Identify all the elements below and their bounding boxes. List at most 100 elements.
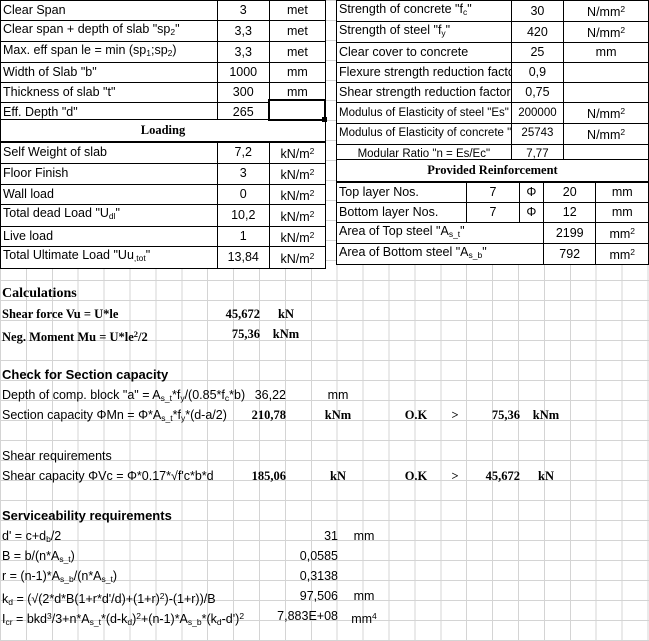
area-unit-1[interactable]: mm2: [595, 243, 649, 266]
material-unit-0[interactable]: N/mm2: [563, 0, 649, 23]
phi-icon-0: Φ: [518, 182, 544, 203]
table-row[interactable]: Wall load 0 kN/m2: [0, 183, 327, 206]
material-value-4[interactable]: 0,75: [510, 82, 565, 104]
material-value-3[interactable]: 0,9: [510, 62, 565, 84]
table-row[interactable]: Clear Span 3 met: [0, 0, 327, 21]
loading-label-3: Total dead Load "Udl": [0, 204, 218, 227]
table-row[interactable]: Max. eff span le = min (sp1;sp2) 3,3 met: [0, 41, 327, 64]
reinforcement-table[interactable]: Top layer Nos. 7 Φ 20 mm Bottom layer Nos. 7 Φ 1…: [335, 182, 649, 266]
geometry-label-1: Clear span + depth of slab "sp2": [0, 19, 218, 43]
loading-value-1[interactable]: 3: [216, 162, 270, 185]
table-row[interactable]: Area of Top steel "As_t" 2199 mm2: [336, 221, 649, 245]
serv-label-2: r = (n-1)*As_b/(n*As_t): [2, 569, 118, 585]
rebar-count-0[interactable]: 7: [466, 182, 520, 203]
material-value-0[interactable]: 30: [510, 0, 565, 23]
calculations-title: Calculations: [2, 286, 77, 301]
area-unit-0[interactable]: mm2: [595, 221, 649, 245]
loading-label-0: Self Weight of slab: [0, 142, 218, 164]
geometry-unit-1[interactable]: met: [268, 19, 327, 43]
phi-icon-1: Φ: [518, 202, 544, 223]
material-unit-4[interactable]: [563, 82, 649, 104]
table-row[interactable]: Width of Slab "b" 1000 mm: [0, 62, 327, 84]
serv-value-4: 7,883E+08: [277, 609, 338, 623]
material-value-6[interactable]: 25743: [510, 123, 565, 145]
table-row[interactable]: Live load 1 kN/m2: [0, 225, 327, 248]
shear-capacity-unit: kN: [330, 469, 346, 483]
table-row[interactable]: Floor Finish 3 kN/m2: [0, 162, 327, 185]
geometry-unit-2[interactable]: met: [268, 41, 327, 64]
rebar-unit-0[interactable]: mm: [595, 182, 649, 203]
depth-comp-block-unit: mm: [327, 388, 349, 402]
table-row[interactable]: Shear strength reduction factor 0,75: [336, 82, 649, 104]
material-unit-6[interactable]: N/mm2: [563, 123, 649, 145]
table-row[interactable]: Clear span + depth of slab "sp2" 3,3 met: [0, 19, 327, 43]
material-value-5[interactable]: 200000: [510, 102, 565, 125]
table-row[interactable]: Clear cover to concrete 25 mm: [336, 42, 649, 64]
rebar-diameter-0[interactable]: 20: [542, 182, 597, 203]
material-unit-5[interactable]: N/mm2: [563, 102, 649, 125]
fill-handle[interactable]: [322, 117, 327, 122]
geometry-value-2[interactable]: 3,3: [216, 41, 270, 64]
material-value-2[interactable]: 25: [510, 42, 565, 64]
geometry-value-3[interactable]: 1000: [216, 62, 270, 84]
shear-capacity-label: Shear capacity ΦVc = Φ*0.17*√f'c*b*d: [2, 469, 214, 483]
table-row[interactable]: Flexure strength reduction factor 0,9: [336, 62, 649, 84]
geometry-value-4[interactable]: 300: [216, 82, 270, 104]
loading-value-2[interactable]: 0: [216, 183, 270, 206]
loading-value-5[interactable]: 13,84: [216, 246, 270, 269]
loading-unit-1[interactable]: kN/m2: [268, 162, 327, 185]
table-row[interactable]: Top layer Nos. 7 Φ 20 mm: [335, 182, 649, 203]
loading-unit-2[interactable]: kN/m2: [268, 183, 327, 206]
area-value-1[interactable]: 792: [542, 243, 597, 266]
table-row[interactable]: Bottom layer Nos. 7 Φ 12 mm: [335, 202, 649, 223]
area-value-0[interactable]: 2199: [542, 221, 597, 245]
geometry-unit-0[interactable]: met: [268, 0, 327, 21]
rebar-diameter-1[interactable]: 12: [542, 202, 597, 223]
table-row[interactable]: Strength of concrete "fc" 30 N/mm2: [336, 0, 649, 23]
table-row[interactable]: Self Weight of slab 7,2 kN/m2: [0, 142, 327, 164]
active-cell-selection[interactable]: [268, 99, 327, 122]
section-capacity-check: O.K: [404, 408, 428, 422]
serv-value-0: 31: [324, 529, 338, 543]
shear-capacity-check: O.K: [404, 469, 428, 483]
loading-unit-3[interactable]: kN/m2: [268, 204, 327, 227]
serv-value-3: 97,506: [299, 589, 338, 603]
shear-capacity-value: 185,06: [251, 469, 286, 483]
reinforcement-title: Provided Reinforcement: [336, 159, 649, 182]
shear-capacity-compare-unit: kN: [538, 469, 554, 483]
geometry-value-1[interactable]: 3,3: [216, 19, 270, 43]
rebar-count-1[interactable]: 7: [466, 202, 520, 223]
serv-unit-4: mm4: [351, 611, 377, 626]
material-unit-1[interactable]: N/mm2: [563, 21, 649, 44]
table-row[interactable]: Modulus of Elasticity of concrete "Ec" 25…: [336, 123, 649, 145]
serviceability-title: Serviceability requirements: [2, 508, 172, 523]
loading-value-4[interactable]: 1: [216, 225, 270, 248]
table-row[interactable]: Strength of steel "fy" 420 N/mm2: [336, 21, 649, 44]
calc-unit-0: kN: [278, 307, 294, 321]
serv-label-1: B = b/(n*As_t): [2, 549, 75, 565]
loading-value-0[interactable]: 7,2: [216, 142, 270, 164]
geometry-unit-3[interactable]: mm: [268, 62, 327, 84]
geometry-value-0[interactable]: 3: [216, 0, 270, 21]
rebar-unit-1[interactable]: mm: [595, 202, 649, 223]
loading-unit-5[interactable]: kN/m2: [268, 246, 327, 269]
material-value-1[interactable]: 420: [510, 21, 565, 44]
material-unit-3[interactable]: [563, 62, 649, 84]
calc-label-0: Shear force Vu = U*le: [2, 307, 119, 321]
loading-table[interactable]: Self Weight of slab 7,2 kN/m2 Floor Finish 3…: [0, 142, 327, 269]
loading-value-3[interactable]: 10,2: [216, 204, 270, 227]
table-row[interactable]: Area of Bottom steel "As_b" 792 mm2: [336, 243, 649, 266]
geometry-label-0: Clear Span: [0, 0, 218, 21]
table-row[interactable]: Total dead Load "Udl" 10,2 kN/m2: [0, 204, 327, 227]
loading-unit-0[interactable]: kN/m2: [268, 142, 327, 164]
depth-comp-block-label: Depth of comp. block "a" = As_t*fy/(0.85…: [2, 388, 246, 404]
loading-unit-4[interactable]: kN/m2: [268, 225, 327, 248]
material-properties-table[interactable]: Strength of concrete "fc" 30 N/mm2 Strength…: [336, 0, 649, 165]
section-capacity-operator: >: [451, 408, 459, 422]
calc-value-0: 45,672: [225, 307, 260, 321]
section-capacity-unit: kNm: [324, 408, 352, 422]
material-unit-2[interactable]: mm: [563, 42, 649, 64]
table-row[interactable]: Modulus of Elasticity of steel "Es" 20000…: [336, 102, 649, 125]
table-row[interactable]: Total Ultimate Load "Uu,tot" 13,84 kN/m2: [0, 246, 327, 269]
rebar-label-1: Bottom layer Nos.: [335, 202, 468, 223]
